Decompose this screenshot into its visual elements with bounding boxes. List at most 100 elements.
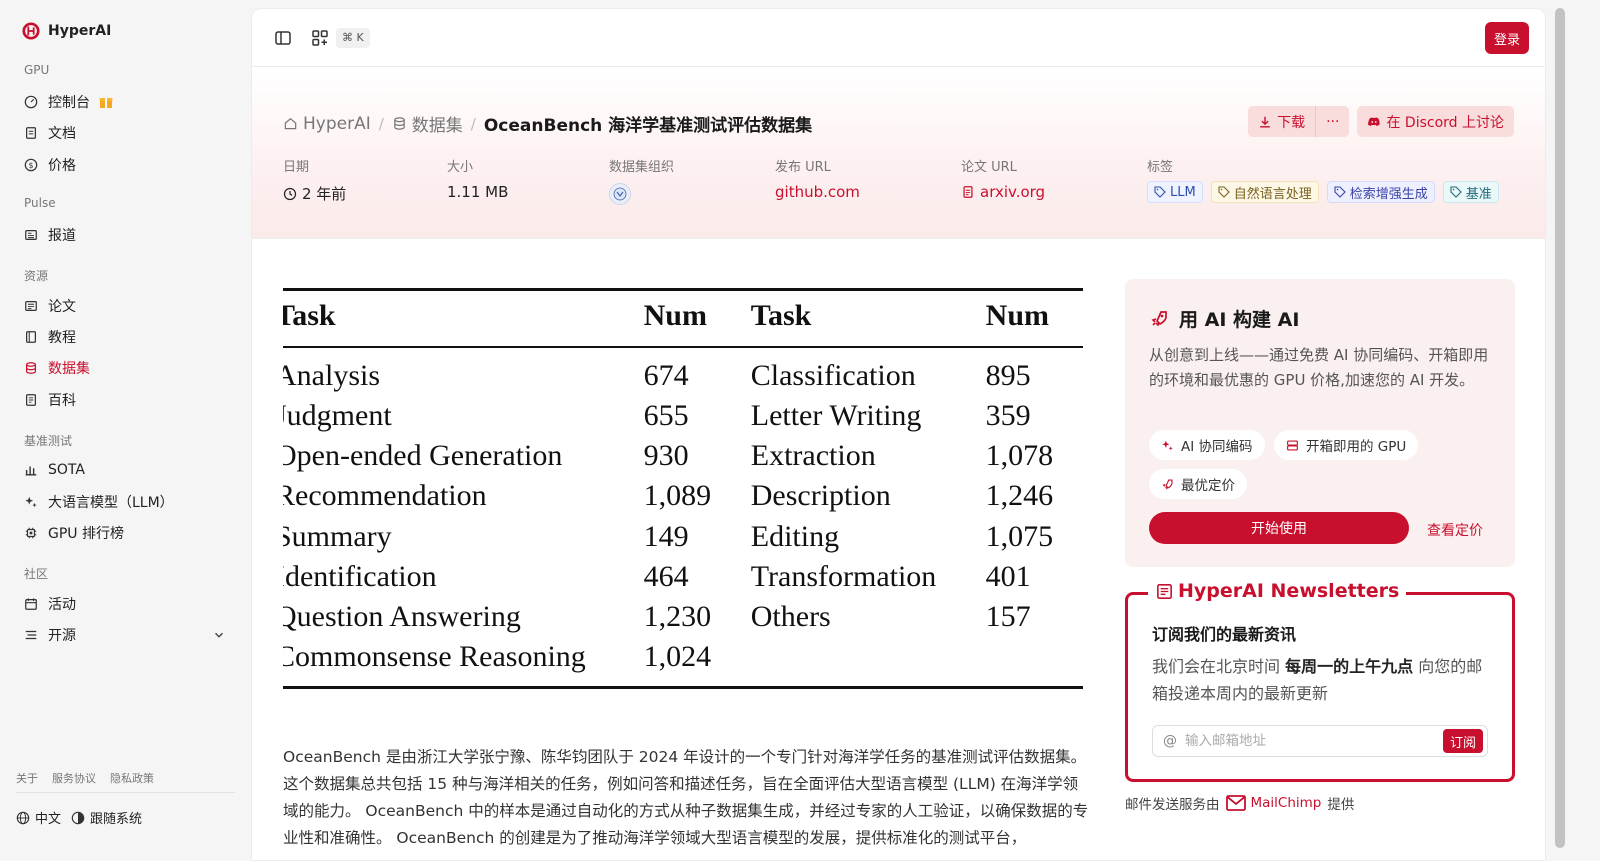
email-input[interactable] <box>1185 733 1435 749</box>
meta-paper-url: 论文 URL arxiv.org <box>961 156 1045 201</box>
command-shortcut-hint[interactable]: ⌘ K <box>336 28 370 48</box>
table-cell: Analysis <box>283 359 380 392</box>
paper-url-link[interactable]: arxiv.org <box>961 183 1045 201</box>
mailchimp-label: MailChimp <box>1250 795 1322 811</box>
breadcrumb-home[interactable]: HyperAI <box>283 114 371 134</box>
chip-ready-gpu[interactable]: 开箱即用的 GPU <box>1274 430 1419 460</box>
tag-label: 自然语言处理 <box>1233 186 1312 202</box>
meta-label: 大小 <box>447 160 474 175</box>
sidebar-item-pricing[interactable]: $ 价格 <box>16 151 236 179</box>
globe-icon <box>16 811 30 824</box>
discord-discuss-button[interactable]: 在 Discord 上讨论 <box>1357 106 1514 137</box>
university-seal-icon[interactable] <box>609 183 631 205</box>
table-cell: 1,024 <box>643 640 712 674</box>
chip-best-price[interactable]: 最优定价 <box>1149 469 1247 499</box>
hyperai-logo-icon <box>22 22 40 40</box>
footer-link-about[interactable]: 关于 <box>16 770 38 786</box>
table-row: Open-ended Generation 930 Extraction 1,078 <box>283 436 1085 476</box>
column-header: Task <box>750 299 812 332</box>
meta-label: 发布 URL <box>775 160 831 175</box>
sidebar-item-events[interactable]: 活动 <box>16 590 236 618</box>
tag-icon <box>1154 186 1166 198</box>
chevron-down-icon[interactable] <box>212 628 226 642</box>
breadcrumb: HyperAI / 数据集 / OceanBench 海洋学基准测试评估数据集 <box>283 111 812 136</box>
subscribe-button[interactable]: 订阅 <box>1442 729 1483 753</box>
sidebar-item-papers[interactable]: 论文 <box>16 292 236 320</box>
release-url-link[interactable]: github.com <box>775 183 860 201</box>
svg-text:$: $ <box>28 161 33 170</box>
table-cell: 1,089 <box>643 479 712 513</box>
tag-llm[interactable]: LLM <box>1147 181 1203 203</box>
discord-icon <box>1368 116 1381 126</box>
breadcrumb-datasets[interactable]: 数据集 <box>392 111 463 136</box>
sidebar-item-llm[interactable]: 大语言模型（LLM） <box>16 488 236 516</box>
sidebar-item-console[interactable]: 控制台 <box>16 88 236 116</box>
footer-link-privacy[interactable]: 隐私政策 <box>110 770 154 786</box>
sidebar-item-gpu-leaderboard[interactable]: GPU 排行榜 <box>16 519 236 547</box>
sidebar-item-label: SOTA <box>48 462 85 478</box>
sidebar-item-wiki[interactable]: 百科 <box>16 386 236 414</box>
tag-rag[interactable]: 检索增强生成 <box>1326 181 1435 203</box>
language-switcher[interactable]: 中文 <box>16 808 61 827</box>
tag-icon <box>1450 186 1462 198</box>
chip-label: 开箱即用的 GPU <box>1306 439 1407 455</box>
sidebar-item-datasets[interactable]: 数据集 <box>16 354 236 382</box>
sidebar-item-label: 价格 <box>48 158 76 174</box>
get-started-button[interactable]: 开始使用 <box>1149 512 1409 544</box>
newsletter-card: HyperAI Newsletters 订阅我们的最新资讯 我们会在北京时间 每… <box>1125 580 1515 782</box>
cpu-chip-icon <box>25 527 37 539</box>
table-cell: Question Answering <box>283 600 521 634</box>
calendar-icon <box>25 598 37 610</box>
view-pricing-link[interactable]: 查看定价 <box>1427 520 1483 540</box>
sparkles-icon <box>1162 440 1173 450</box>
column-header: Num <box>985 299 1050 332</box>
meta-release-url: 发布 URL github.com <box>775 156 860 201</box>
database-icon <box>394 117 405 130</box>
newsletter-heading: 订阅我们的最新资讯 <box>1152 625 1297 644</box>
more-options-button[interactable]: ··· <box>1315 106 1350 137</box>
table-cell: Judgment <box>283 399 392 433</box>
language-label: 中文 <box>35 812 62 827</box>
discord-label: 在 Discord 上讨论 <box>1386 114 1504 131</box>
scrollbar-thumb[interactable] <box>1555 8 1565 848</box>
provider-text: 邮件发送服务由 <box>1125 797 1220 813</box>
sidebar-item-docs[interactable]: 文档 <box>16 119 236 147</box>
login-button[interactable]: 登录 <box>1484 22 1529 54</box>
table-row: Identification 464 Transformation 401 <box>283 557 1085 597</box>
section-label-resources: 资源 <box>24 269 49 283</box>
tag-label: 基准 <box>1465 186 1492 202</box>
sidebar-item-label: 控制台 <box>48 95 90 111</box>
brand[interactable]: HyperAI <box>22 22 111 40</box>
sidebar-item-label: 教程 <box>48 330 76 346</box>
section-label-community: 社区 <box>24 567 49 581</box>
table-cell: 149 <box>643 519 689 553</box>
theme-switcher[interactable]: 跟随系统 <box>71 808 142 827</box>
sidebar: HyperAI GPU 控制台 文档 $ 价格 Pulse 报道 资源 论文 教… <box>0 0 250 861</box>
apps-grid-icon[interactable] <box>311 29 329 47</box>
tag-list: LLM 自然语言处理 检索增强生成 基准 <box>1147 181 1499 203</box>
sidebar-item-sota[interactable]: SOTA <box>16 456 236 484</box>
table-row: Summary 149 Editing 1,075 <box>283 517 1085 557</box>
brand-name: HyperAI <box>48 23 112 39</box>
sidebar-item-news[interactable]: 报道 <box>16 221 236 249</box>
tag-nlp[interactable]: 自然语言处理 <box>1210 181 1319 203</box>
table-cell <box>986 637 1085 677</box>
table-cell: Classification <box>750 359 916 392</box>
download-button[interactable]: 下载 <box>1248 106 1316 137</box>
mailchimp-link[interactable]: MailChimp <box>1225 795 1322 811</box>
sidebar-toggle-icon[interactable] <box>274 29 292 47</box>
table-cell: 1,078 <box>985 439 1054 473</box>
tag-icon <box>1334 186 1346 198</box>
sidebar-item-opensource[interactable]: 开源 <box>16 621 236 649</box>
chip-ai-coding[interactable]: AI 协同编码 <box>1149 430 1265 460</box>
breadcrumb-home-label: HyperAI <box>303 113 371 134</box>
encyclopedia-icon <box>26 394 36 406</box>
meta-label: 论文 URL <box>961 160 1017 175</box>
rocket-icon <box>1151 310 1167 326</box>
dollar-circle-icon: $ <box>24 158 38 172</box>
footer-link-terms[interactable]: 服务协议 <box>52 770 96 786</box>
sidebar-item-tutorials[interactable]: 教程 <box>16 323 236 351</box>
chip-label: 最优定价 <box>1181 478 1235 494</box>
page-scrollbar[interactable] <box>1552 0 1568 861</box>
tag-benchmark[interactable]: 基准 <box>1442 181 1499 203</box>
